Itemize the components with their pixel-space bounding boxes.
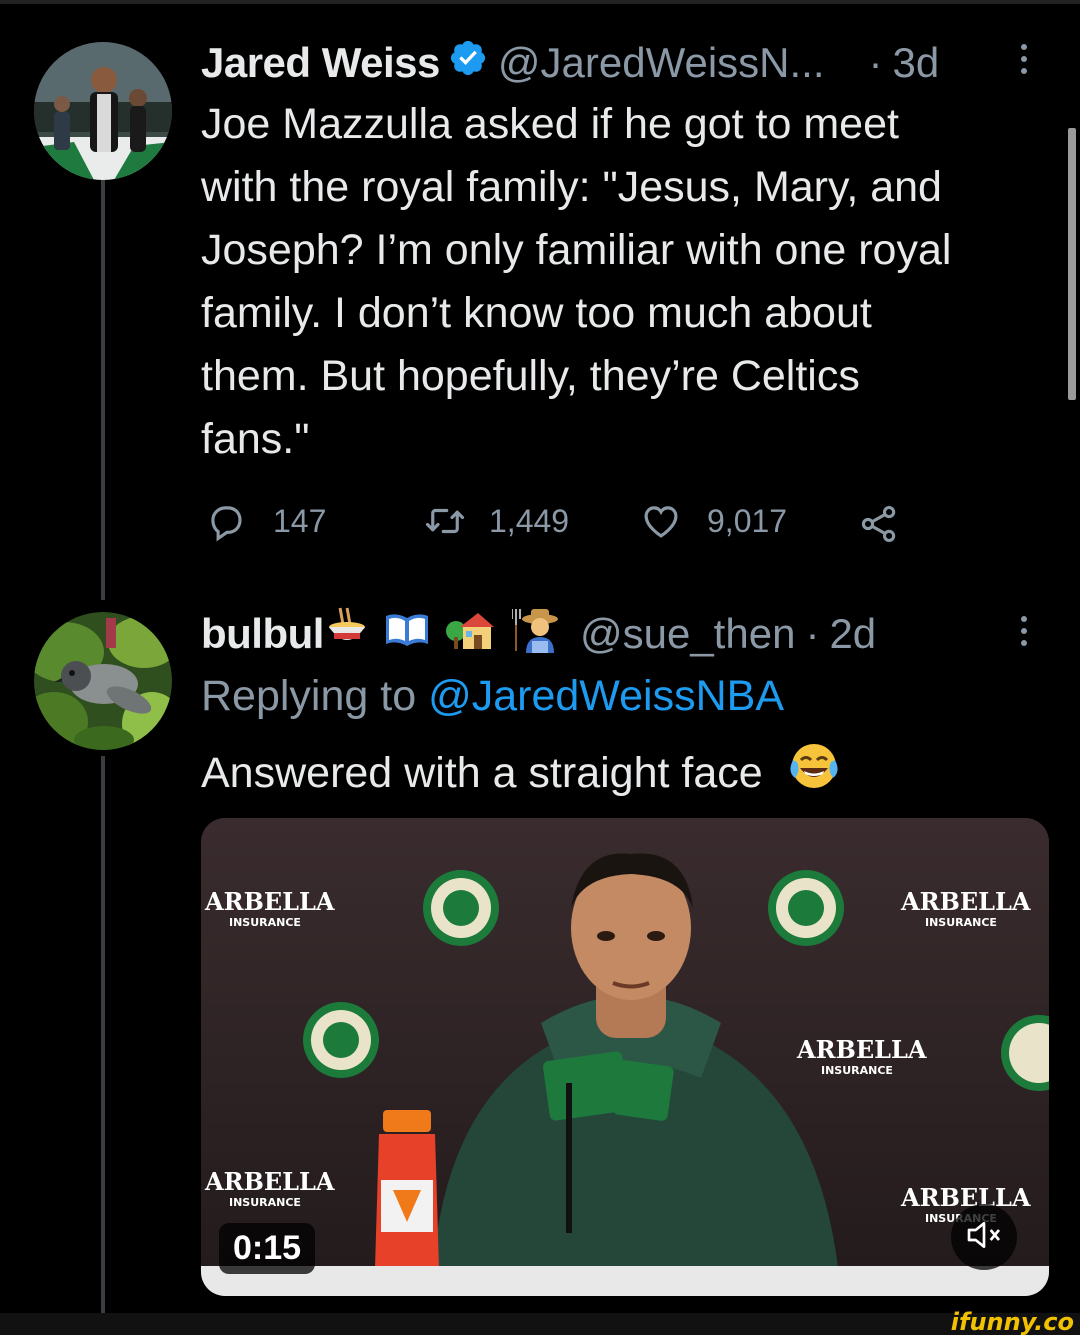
- sponsor-text: ARBELLA: [900, 887, 1031, 916]
- open-book-icon: [384, 610, 430, 658]
- reply-button[interactable]: 147: [205, 500, 326, 542]
- author-handle[interactable]: @sue_then: [580, 610, 795, 658]
- like-count: 9,017: [707, 502, 788, 539]
- tweet-text-line: family. I don’t know too much about: [201, 289, 872, 337]
- verified-badge-icon: [448, 38, 488, 88]
- tweet-text-line: them. But hopefully, they’re Celtics: [201, 352, 860, 400]
- comment-icon: [205, 500, 247, 542]
- house-with-garden-icon: [445, 607, 494, 661]
- reply-count: 147: [273, 502, 327, 539]
- watermark-bar: [0, 1313, 1080, 1335]
- scrollbar-thumb[interactable]: [1068, 128, 1076, 400]
- tweet-timestamp[interactable]: 3d: [892, 39, 939, 87]
- thread-connector-line: [101, 180, 105, 600]
- retweet-count: 1,449: [489, 502, 570, 539]
- replying-to-line: Replying to @JaredWeissNBA: [201, 672, 784, 721]
- thread-connector-line: [101, 756, 105, 1314]
- retweet-icon: [423, 500, 467, 542]
- video-duration: 0:15: [219, 1223, 316, 1274]
- tweet-body: Joe Mazzulla asked if he got to meet wit…: [201, 93, 1051, 471]
- tweet-body: Answered with a straight face: [201, 740, 1051, 811]
- more-options-icon[interactable]: [1021, 616, 1027, 646]
- avatar-bulbul[interactable]: [34, 612, 172, 750]
- tweet-header: Jared Weiss @JaredWeissN... · 3d: [201, 34, 939, 92]
- author-name[interactable]: Jared Weiss: [201, 39, 440, 87]
- retweet-button[interactable]: 1,449: [423, 500, 569, 542]
- meta-separator: ·: [805, 610, 820, 657]
- replying-to-mention[interactable]: @JaredWeissNBA: [428, 672, 784, 720]
- share-button[interactable]: [857, 502, 901, 546]
- volume-muted-icon: [964, 1215, 1004, 1260]
- meta-separator: ·: [868, 39, 883, 86]
- tweet-text-line: Joe Mazzulla asked if he got to meet: [201, 100, 899, 148]
- avatar-jared-weiss[interactable]: [34, 42, 172, 180]
- author-handle[interactable]: @JaredWeissN...: [498, 39, 825, 87]
- sponsor-subtext: INSURANCE: [821, 1064, 893, 1077]
- replying-to-label: Replying to: [201, 672, 417, 720]
- face-with-tears-of-joy-icon: [787, 740, 841, 811]
- farmer-icon: [510, 605, 562, 663]
- author-name[interactable]: bulbul: [201, 610, 324, 658]
- share-icon: [857, 502, 901, 546]
- heart-icon: [639, 500, 683, 542]
- like-button[interactable]: 9,017: [639, 500, 787, 542]
- tweet-text-line: Answered with a straight face: [201, 749, 763, 797]
- tweet-actions-bar: 147 1,449 9,017: [201, 500, 941, 550]
- tweet-text-line: with the royal family: "Jesus, Mary, and: [201, 163, 942, 211]
- ramen-bowl-icon: [326, 607, 368, 661]
- sponsor-subtext: INSURANCE: [229, 1196, 301, 1209]
- mute-toggle-button[interactable]: [951, 1204, 1017, 1270]
- tweet-text-line: fans.": [201, 415, 310, 463]
- video-player[interactable]: ARBELLA INSURANCE ARBELLA INSURANCE ARBE…: [201, 818, 1049, 1296]
- tweet-text-line: Joseph? I’m only familiar with one royal: [201, 226, 952, 274]
- tweet-header: bulbul @sue_then · 2d: [201, 604, 876, 664]
- sponsor-subtext: INSURANCE: [925, 916, 997, 929]
- sponsor-text: ARBELLA: [796, 1035, 927, 1064]
- sponsor-text: ARBELLA: [204, 1167, 335, 1196]
- tweet-timestamp[interactable]: 2d: [829, 610, 876, 658]
- sponsor-text: ARBELLA: [204, 887, 335, 916]
- more-options-icon[interactable]: [1021, 44, 1027, 74]
- site-watermark: ifunny.co: [950, 1308, 1074, 1335]
- video-frame: ARBELLA INSURANCE ARBELLA INSURANCE ARBE…: [201, 818, 1049, 1296]
- top-divider: [0, 0, 1080, 4]
- sponsor-subtext: INSURANCE: [229, 916, 301, 929]
- sponsor-text: ARBELLA: [900, 1183, 1031, 1212]
